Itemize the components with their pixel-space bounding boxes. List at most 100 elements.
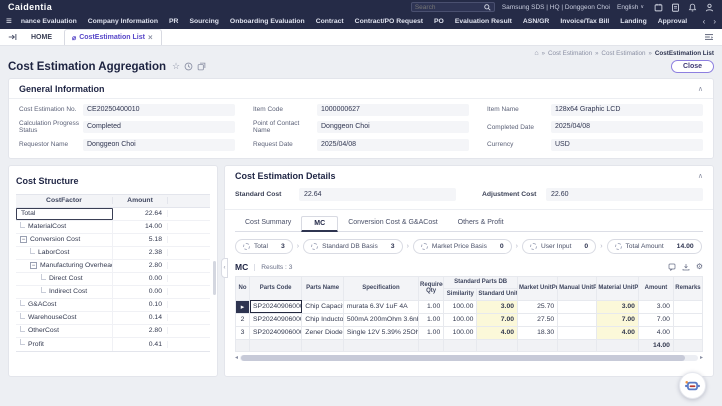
selected-row-marker[interactable]: ▸ xyxy=(236,300,250,313)
cell-remarks[interactable] xyxy=(673,300,702,313)
col-header-no[interactable]: No xyxy=(236,276,250,300)
settings-gear-icon[interactable]: ⚙ xyxy=(696,263,703,271)
menu-scroll-left-icon[interactable]: ‹ xyxy=(703,17,706,26)
account-info[interactable]: Samsung SDS | HQ | Donggeon Choi xyxy=(502,4,610,11)
field-value[interactable]: CE20250400010 xyxy=(83,104,235,116)
cell-remarks[interactable] xyxy=(673,326,702,339)
cell-remarks[interactable] xyxy=(673,313,702,326)
cell-specification[interactable]: murata 6.3V 1uF 4A xyxy=(343,300,418,313)
cost-structure-row-laborcost[interactable]: LaborCost 2.38 xyxy=(16,247,210,260)
col-header-specification[interactable]: Specification xyxy=(343,276,418,300)
cell-material-unitprice[interactable]: 7.00 xyxy=(597,313,639,326)
adjustment-cost-value[interactable]: 22.60 xyxy=(546,188,703,201)
cell-standard-unitprice[interactable]: 7.00 xyxy=(477,313,518,326)
menu-item-sourcing[interactable]: Sourcing xyxy=(189,18,218,25)
pill-total-amount[interactable]: Total Amount14.00 xyxy=(607,239,702,254)
cost-structure-row-manufacturing-overheadcost[interactable]: −Manufacturing OverheadCost 2.80 xyxy=(16,260,210,273)
col-header-required-qty[interactable]: Required Qty xyxy=(419,276,444,300)
pill-standard-db-basis[interactable]: Standard DB Basis3 xyxy=(303,239,403,254)
cell-manual-unitprice[interactable] xyxy=(558,300,597,313)
bell-icon[interactable] xyxy=(688,3,697,12)
mc-table-row[interactable]: ▸ SP2024090600004 Chip Capacitor murata … xyxy=(236,300,703,313)
breadcrumb-item[interactable]: Cost Estimation xyxy=(601,50,645,57)
column-header-costfactor[interactable]: CostFactor xyxy=(16,197,113,204)
col-header-material-unitprice[interactable]: Material UnitPrice xyxy=(597,276,639,300)
menu-item-contract-po-request[interactable]: Contract/PO Request xyxy=(355,18,423,25)
cost-structure-row-othercost[interactable]: OtherCost 2.80 xyxy=(16,325,210,338)
expand-panel-icon[interactable] xyxy=(8,33,17,41)
mc-table-row[interactable]: 2 SP2024090600005 Chip Inductor 500mA 20… xyxy=(236,313,703,326)
menu-item-contract[interactable]: Contract xyxy=(316,18,344,25)
cell-manual-unitprice[interactable] xyxy=(558,326,597,339)
field-value[interactable]: 2025/04/08 xyxy=(551,121,703,133)
menu-item-performance-evaluation[interactable]: nance Evaluation xyxy=(21,18,77,25)
tab-conversion-cost-gacost[interactable]: Conversion Cost & G&ACost xyxy=(338,219,447,231)
favorite-star-icon[interactable]: ☆ xyxy=(172,62,180,71)
cell-amount[interactable]: 4.00 xyxy=(638,326,673,339)
standard-cost-value[interactable]: 22.64 xyxy=(299,188,456,201)
menu-item-evaluation-result[interactable]: Evaluation Result xyxy=(455,18,512,25)
home-icon[interactable]: ⌂ xyxy=(534,50,538,57)
cell-required-qty[interactable]: 1.00 xyxy=(419,326,444,339)
calendar-icon[interactable] xyxy=(654,3,663,12)
col-header-standard-unitprice[interactable]: Standard UnitPrice xyxy=(477,288,518,300)
cell-similarity[interactable]: 100.00 xyxy=(444,326,477,339)
col-header-remarks[interactable]: Remarks xyxy=(673,276,702,300)
scroll-left-icon[interactable]: ◂ xyxy=(235,355,238,361)
menu-scroll-right-icon[interactable]: › xyxy=(713,17,716,26)
tab-cost-summary[interactable]: Cost Summary xyxy=(235,219,301,231)
horizontal-scrollbar[interactable]: ◂ ▸ xyxy=(235,355,703,362)
col-header-market-unitprice[interactable]: Market UnitPrice xyxy=(518,276,558,300)
cell-parts-code[interactable]: SP2024090600005 xyxy=(250,313,302,326)
cell-parts-name[interactable]: Chip Capacitor xyxy=(302,300,344,313)
field-value[interactable]: Donggeon Choi xyxy=(83,139,235,151)
scrollbar-track[interactable] xyxy=(240,355,698,361)
collapse-node-icon[interactable]: − xyxy=(30,262,37,269)
language-selector[interactable]: English∨ xyxy=(617,4,644,11)
col-header-parts-name[interactable]: Parts Name xyxy=(302,276,344,300)
close-button[interactable]: Close xyxy=(671,60,714,73)
tab-others-profit[interactable]: Others & Profit xyxy=(448,219,514,231)
clipboard-icon[interactable] xyxy=(671,3,680,12)
cell-no[interactable]: 2 xyxy=(236,313,250,326)
cell-parts-code[interactable]: SP2024090600004 xyxy=(250,300,302,313)
scrollbar-thumb[interactable] xyxy=(241,355,685,361)
collapse-section-icon[interactable]: ∧ xyxy=(698,85,703,93)
copy-icon[interactable] xyxy=(197,62,206,71)
pill-total[interactable]: Total3 xyxy=(235,239,293,254)
cell-amount[interactable]: 7.00 xyxy=(638,313,673,326)
menu-item-pr[interactable]: PR xyxy=(169,18,178,25)
mc-table-row[interactable]: 3 SP2024090600008 Zener Diode Single 12V… xyxy=(236,326,703,339)
cost-structure-row-ga-cost[interactable]: G&ACost 0.10 xyxy=(16,299,210,312)
search-input[interactable] xyxy=(415,4,484,11)
cell-standard-unitprice[interactable]: 4.00 xyxy=(477,326,518,339)
cost-structure-row-materialcost[interactable]: MaterialCost 14.00 xyxy=(16,221,210,234)
tab-list-icon[interactable] xyxy=(704,33,714,41)
field-value[interactable]: 128x64 Graphic LCD xyxy=(551,104,703,116)
vertical-scrollbar[interactable] xyxy=(213,261,216,295)
field-value[interactable]: Completed xyxy=(83,121,235,133)
hamburger-icon[interactable]: ≡ xyxy=(6,17,12,27)
menu-item-landing[interactable]: Landing xyxy=(620,18,646,25)
field-value[interactable]: USD xyxy=(551,139,703,151)
col-header-similarity[interactable]: Similarity xyxy=(444,288,477,300)
cell-parts-name[interactable]: Zener Diode xyxy=(302,326,344,339)
cost-structure-row-profit[interactable]: Profit 0.41 xyxy=(16,338,210,351)
cell-standard-unitprice[interactable]: 3.00 xyxy=(477,300,518,313)
cost-structure-row-indirect-cost[interactable]: Indirect Cost 0.00 xyxy=(16,286,210,299)
col-header-manual-unitprice[interactable]: Manual UnitPrice xyxy=(558,276,597,300)
tab-home[interactable]: HOME xyxy=(27,34,64,45)
cost-structure-row-conversion-cost[interactable]: −Conversion Cost 5.18 xyxy=(16,234,210,247)
field-value[interactable]: Donggeon Choi xyxy=(317,121,469,133)
history-icon[interactable] xyxy=(184,62,193,71)
cell-specification[interactable]: Single 12V 5.39% 25Ohm 200mV xyxy=(343,326,418,339)
field-value[interactable]: 1000000627 xyxy=(317,104,469,116)
cell-specification[interactable]: 500mA 200mOhm 3.6nH xyxy=(343,313,418,326)
menu-item-invoice-tax-bill[interactable]: Invoice/Tax Bill xyxy=(560,18,609,25)
cell-required-qty[interactable]: 1.00 xyxy=(419,313,444,326)
menu-item-company-information[interactable]: Company Information xyxy=(88,18,158,25)
cell-amount[interactable]: 3.00 xyxy=(638,300,673,313)
col-header-amount[interactable]: Amount xyxy=(638,276,673,300)
cell-parts-code[interactable]: SP2024090600008 xyxy=(250,326,302,339)
scroll-right-icon[interactable]: ▸ xyxy=(700,355,703,361)
